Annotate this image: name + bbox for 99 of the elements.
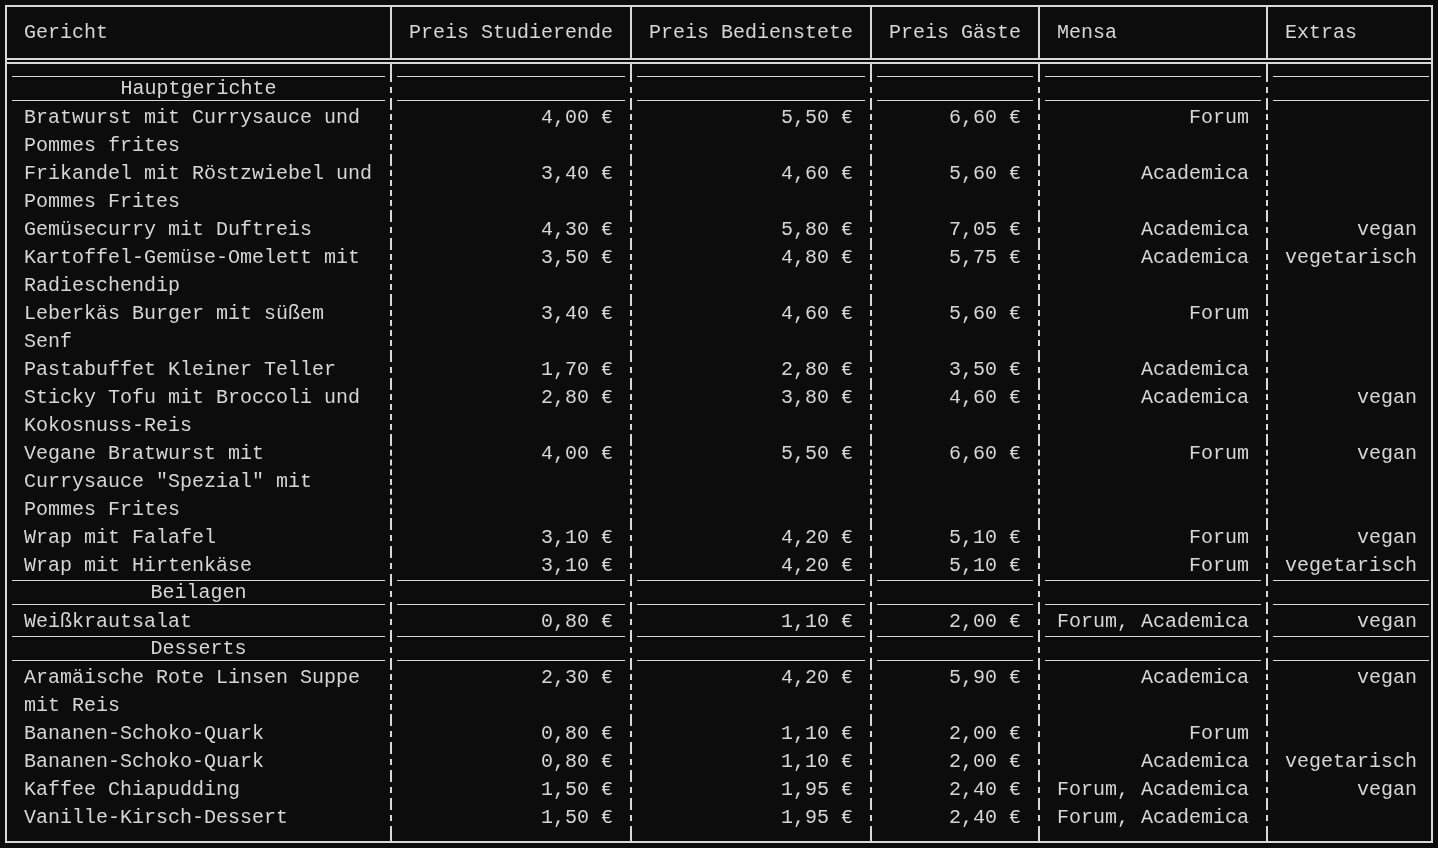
dish-name: Gemüsecurry mit Duftreis [24, 218, 313, 241]
table-cell: 4,20 € [781, 666, 853, 689]
column-header: Preis Gäste [889, 19, 1022, 46]
table-cell: 5,60 € [949, 302, 1021, 325]
dish-name: Pastabuffet Kleiner Teller [24, 358, 337, 381]
table-cell: 4,60 € [781, 162, 853, 185]
table-cell: 3,50 € [949, 358, 1021, 381]
table-cell: 2,40 € [949, 778, 1021, 801]
dish-name: Weißkrautsalat [24, 610, 193, 633]
table-cell: 3,80 € [781, 386, 853, 409]
table-cell: Academica [1140, 358, 1249, 381]
table-cell: 2,00 € [949, 750, 1021, 773]
section-title: Desserts [150, 637, 247, 660]
table-cell: 2,00 € [949, 610, 1021, 633]
dish-name: Frikandel mit Röstzwiebel und Pommes Frites [24, 162, 373, 213]
table-cell: 4,80 € [781, 246, 853, 269]
table-cell: 4,20 € [781, 554, 853, 577]
table-cell: 5,50 € [781, 442, 853, 465]
table-cell: 2,80 € [781, 358, 853, 381]
dish-name: Vanille-Kirsch-Dessert [24, 806, 289, 829]
table-cell: 7,05 € [949, 218, 1021, 241]
table-cell: vegan [1357, 526, 1417, 549]
table-cell: Forum, Academica [1056, 778, 1249, 801]
column-header: Mensa [1057, 19, 1117, 46]
table-cell: 1,95 € [781, 778, 853, 801]
table-cell: 5,75 € [949, 246, 1021, 269]
table-cell: 4,60 € [949, 386, 1021, 409]
table-cell: Forum [1189, 722, 1249, 745]
dish-name: Leberkäs Burger mit süßem Senf [24, 302, 325, 353]
table-cell: 5,10 € [949, 526, 1021, 549]
table-cell: 5,10 € [949, 554, 1021, 577]
table-cell: Forum [1189, 442, 1249, 465]
table-cell: vegetarisch [1284, 246, 1417, 269]
table-cell: 0,80 € [541, 750, 613, 773]
table-cell: Academica [1140, 666, 1249, 689]
table-cell: 3,40 € [541, 162, 613, 185]
table-cell: vegan [1357, 610, 1417, 633]
table-cell: Academica [1140, 386, 1249, 409]
table-cell: vegan [1357, 386, 1417, 409]
table-cell: Forum, Academica [1056, 806, 1249, 829]
column-header: Gericht [24, 19, 108, 46]
dish-name: Bananen-Schoko-Quark [24, 722, 265, 745]
table-cell: 1,50 € [541, 778, 613, 801]
column-header: Preis Studierende [409, 19, 614, 46]
table-cell: vegetarisch [1284, 750, 1417, 773]
table-cell: Academica [1140, 162, 1249, 185]
dish-name: Sticky Tofu mit Broccoli und Kokosnuss-Reis [24, 386, 361, 437]
column-header: Extras [1285, 19, 1357, 46]
table-cell: 2,80 € [541, 386, 613, 409]
table-cell: vegan [1357, 778, 1417, 801]
table-cell: 3,50 € [541, 246, 613, 269]
table-cell: Academica [1140, 750, 1249, 773]
dish-name: Vegane Bratwurst mit Currysauce "Spezial" mit Pommes Frites [24, 442, 313, 521]
table-cell: Forum [1189, 106, 1249, 129]
table-cell: 1,70 € [541, 358, 613, 381]
table-cell: 0,80 € [541, 722, 613, 745]
table-cell: vegetarisch [1284, 554, 1417, 577]
dish-name: Kartoffel-Gemüse-Omelett mit Radieschendip [24, 246, 361, 297]
section-title: Beilagen [150, 581, 247, 604]
section-title: Hauptgerichte [120, 77, 277, 100]
table-cell: 3,10 € [541, 526, 613, 549]
table-cell: 1,10 € [781, 610, 853, 633]
table-cell: 2,40 € [949, 806, 1021, 829]
table-cell: vegan [1357, 218, 1417, 241]
table-cell: vegan [1357, 442, 1417, 465]
table-cell: Forum [1189, 526, 1249, 549]
table-cell: Academica [1140, 218, 1249, 241]
table-cell: 2,30 € [541, 666, 613, 689]
table-cell: 6,60 € [949, 442, 1021, 465]
table-cell: 4,30 € [541, 218, 613, 241]
table-cell: 4,00 € [541, 442, 613, 465]
table-cell: Forum [1189, 554, 1249, 577]
table-cell: Academica [1140, 246, 1249, 269]
dish-name: Bratwurst mit Currysauce und Pommes frites [24, 106, 361, 157]
column-header: Preis Bedienstete [649, 19, 854, 46]
table-cell: 0,80 € [541, 610, 613, 633]
dish-name: Wrap mit Hirtenkäse [24, 554, 253, 577]
table-cell: 6,60 € [949, 106, 1021, 129]
table-cell: 2,00 € [949, 722, 1021, 745]
dish-name: Kaffee Chiapudding [24, 778, 241, 801]
table-cell: 1,50 € [541, 806, 613, 829]
table-cell: 1,95 € [781, 806, 853, 829]
table-cell: 3,10 € [541, 554, 613, 577]
table-cell: 5,60 € [949, 162, 1021, 185]
dish-name: Bananen-Schoko-Quark [24, 750, 265, 773]
table-cell: 4,20 € [781, 526, 853, 549]
table-cell: 5,90 € [949, 666, 1021, 689]
table-cell: 4,00 € [541, 106, 613, 129]
table-cell: 1,10 € [781, 750, 853, 773]
table-cell: 1,10 € [781, 722, 853, 745]
table-cell: 5,50 € [781, 106, 853, 129]
table-cell: Forum [1189, 302, 1249, 325]
table-cell: 4,60 € [781, 302, 853, 325]
table-cell: Forum, Academica [1056, 610, 1249, 633]
table-cell: 5,80 € [781, 218, 853, 241]
table-cell: 3,40 € [541, 302, 613, 325]
dish-name: Aramäische Rote Linsen Suppe mit Reis [24, 666, 361, 717]
table-cell: vegan [1357, 666, 1417, 689]
dish-name: Wrap mit Falafel [24, 526, 217, 549]
